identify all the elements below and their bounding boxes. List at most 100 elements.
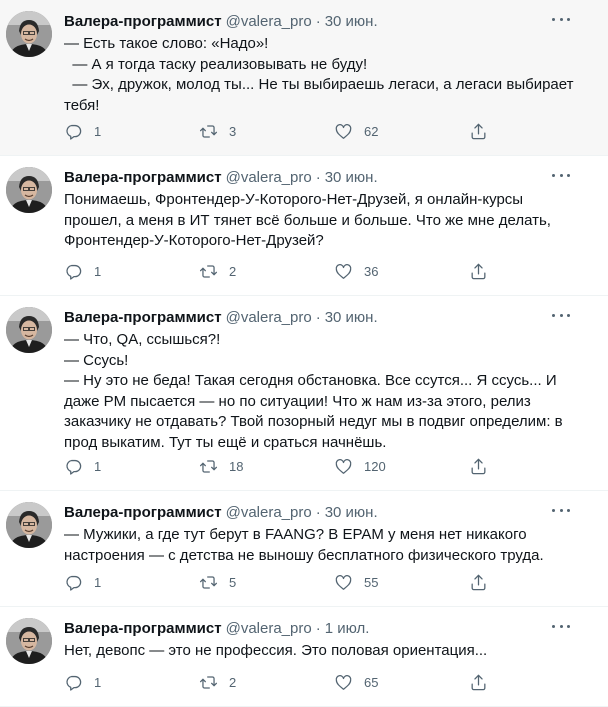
tweet-text-line: прошел, а меня в ИТ тянет всё больше и б… [64, 211, 551, 229]
reply-icon [66, 459, 82, 475]
tweet-text-line: настроения — с детства не выношу бесплат… [64, 546, 544, 564]
like-count: 65 [364, 675, 379, 690]
author-name[interactable]: Валера-программист [64, 13, 222, 30]
retweet-icon [199, 265, 218, 278]
retweet-count: 5 [229, 575, 237, 590]
tweet-header: Валера-программист @valera_pro · 30 июн. [64, 501, 592, 523]
author-handle[interactable]: @valera_pro [226, 620, 312, 637]
tweet-text: — Что, QA, ссышься?! — Ссусь! — Ну это не … [64, 330, 592, 453]
tweet-text-line: Фронтендер-У-Которого-Нет-Друзей? [64, 232, 324, 249]
avatar[interactable] [6, 11, 52, 57]
more-icon[interactable] [552, 312, 570, 318]
avatar[interactable] [6, 502, 52, 548]
tweet-text: Понимаешь, Фронтендер-У-Которого-Нет-Дру… [64, 190, 592, 252]
author-handle[interactable]: @valera_pro [226, 309, 312, 326]
share-button[interactable] [469, 262, 499, 281]
like-button[interactable]: 65 [334, 673, 469, 692]
retweet-button[interactable]: 2 [199, 262, 334, 281]
tweet-actions: 1 5 55 [64, 573, 504, 592]
tweet-text-line: прод выкатим. Тут ты ещё и сраться начнё… [64, 433, 387, 451]
like-button[interactable]: 120 [334, 457, 469, 476]
like-button[interactable]: 55 [334, 573, 469, 592]
author-name[interactable]: Валера-программист [64, 169, 222, 186]
avatar[interactable] [6, 307, 52, 353]
retweet-count: 2 [229, 264, 237, 279]
separator-dot: · [315, 503, 321, 521]
tweet-text-line: тебя! [64, 96, 100, 114]
heart-icon [335, 459, 352, 474]
reply-count: 1 [94, 264, 102, 279]
tweet-date[interactable]: 30 июн. [325, 504, 378, 521]
tweet[interactable]: Валера-программист @valera_pro · 30 июн.… [0, 491, 608, 607]
share-button[interactable] [469, 573, 499, 592]
retweet-button[interactable]: 5 [199, 573, 334, 592]
like-count: 62 [364, 124, 379, 139]
tweet-text: — Мужики, а где тут берут в FAANG? В EPA… [64, 525, 592, 566]
more-icon[interactable] [552, 507, 570, 513]
reply-count: 1 [94, 675, 102, 690]
share-button[interactable] [469, 457, 499, 476]
retweet-count: 18 [229, 459, 244, 474]
tweet-text-line: Понимаешь, Фронтендер-У-Которого-Нет-Дру… [64, 191, 524, 208]
tweet-text-line: заказчику не отдавать? Твой позорный нед… [64, 413, 563, 430]
tweet-actions: 1 3 62 [64, 122, 504, 141]
tweet[interactable]: Валера-программист @valera_pro · 30 июн.… [0, 0, 608, 156]
more-icon[interactable] [552, 172, 570, 178]
author-handle[interactable]: @valera_pro [226, 169, 312, 186]
retweet-button[interactable]: 2 [199, 673, 334, 692]
share-button[interactable] [469, 122, 499, 141]
reply-count: 1 [94, 459, 102, 474]
retweet-icon [199, 125, 218, 138]
share-button[interactable] [469, 673, 499, 692]
tweet[interactable]: Валера-программист @valera_pro · 1 июл. … [0, 607, 608, 707]
like-button[interactable]: 62 [334, 122, 469, 141]
retweet-icon [199, 576, 218, 589]
tweet-date[interactable]: 30 июн. [325, 309, 378, 326]
retweet-icon [199, 676, 218, 689]
reply-button[interactable]: 1 [64, 573, 199, 592]
retweet-icon [199, 460, 218, 473]
reply-icon [66, 264, 82, 280]
like-button[interactable]: 36 [334, 262, 469, 281]
tweet-text: — Есть такое слово: «Надо»! — А я тогда … [64, 34, 592, 116]
like-count: 55 [364, 575, 379, 590]
reply-button[interactable]: 1 [64, 457, 199, 476]
tweet-text-line: — Мужики, а где тут берут в FAANG? В EPA… [64, 526, 527, 543]
tweet-actions: 1 18 120 [64, 457, 504, 476]
share-icon [471, 674, 486, 691]
tweet[interactable]: Валера-программист @valera_pro · 30 июн.… [0, 156, 608, 296]
tweet-text-line: — Есть такое слово: «Надо»! [64, 35, 269, 52]
avatar[interactable] [6, 618, 52, 664]
like-count: 36 [364, 264, 379, 279]
share-icon [471, 123, 486, 140]
tweet-date[interactable]: 30 июн. [325, 13, 378, 30]
avatar[interactable] [6, 167, 52, 213]
author-handle[interactable]: @valera_pro [226, 504, 312, 521]
tweet-date[interactable]: 30 июн. [325, 169, 378, 186]
retweet-button[interactable]: 3 [199, 122, 334, 141]
tweet-text-line: — Ссусь! [64, 351, 129, 369]
reply-count: 1 [94, 575, 102, 590]
tweet-date[interactable]: 1 июл. [325, 620, 370, 637]
heart-icon [335, 575, 352, 590]
tweet-feed: Валера-программист @valera_pro · 30 июн.… [0, 0, 608, 707]
like-count: 120 [364, 459, 386, 474]
tweet-header: Валера-программист @valera_pro · 1 июл. [64, 617, 592, 639]
retweet-button[interactable]: 18 [199, 457, 334, 476]
author-name[interactable]: Валера-программист [64, 620, 222, 637]
reply-button[interactable]: 1 [64, 122, 199, 141]
reply-count: 1 [94, 124, 102, 139]
reply-button[interactable]: 1 [64, 262, 199, 281]
more-icon[interactable] [552, 623, 570, 629]
more-icon[interactable] [552, 16, 570, 22]
tweet-text: Нет, девопс — это не профессия. Это поло… [64, 641, 592, 662]
author-name[interactable]: Валера-программист [64, 309, 222, 326]
author-name[interactable]: Валера-программист [64, 504, 222, 521]
tweet-text-line: — Ну это не беда! Такая сегодня обстанов… [64, 372, 557, 389]
tweet-header: Валера-программист @valera_pro · 30 июн. [64, 10, 592, 32]
reply-button[interactable]: 1 [64, 673, 199, 692]
share-icon [471, 458, 486, 475]
author-handle[interactable]: @valera_pro [226, 13, 312, 30]
tweet[interactable]: Валера-программист @valera_pro · 30 июн.… [0, 296, 608, 491]
tweet-text-line: — Что, QA, ссышься?! [64, 331, 221, 348]
